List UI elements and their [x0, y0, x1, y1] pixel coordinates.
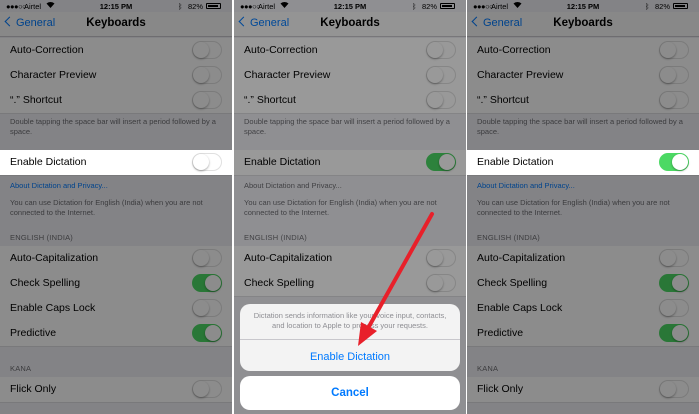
- dim-overlay: [467, 0, 699, 414]
- phone-panel-enabled: ●●●○○ Airtel 12:15 PM ᛒ 82% General Keyb…: [467, 0, 699, 414]
- red-arrow-annotation: [358, 212, 434, 346]
- row-enable-dictation-highlight: Enable Dictation: [0, 150, 232, 175]
- enable-dictation-toggle[interactable]: [192, 153, 222, 171]
- enable-dictation-label: Enable Dictation: [10, 156, 87, 168]
- enable-dictation-label: Enable Dictation: [477, 156, 554, 168]
- row-enable-dictation-highlight: Enable Dictation: [467, 150, 699, 175]
- dim-overlay: [0, 0, 232, 414]
- phone-panel-confirm: ●●●○○ Airtel 12:15 PM ᛒ 82% General Keyb…: [234, 0, 466, 414]
- phone-panel-disabled: ●●●○○ Airtel 12:15 PM ᛒ 82% General Keyb…: [0, 0, 232, 414]
- tutorial-screenshot: ●●●○○ Airtel 12:15 PM ᛒ 82% General Keyb…: [0, 0, 699, 414]
- enable-dictation-toggle[interactable]: [659, 153, 689, 171]
